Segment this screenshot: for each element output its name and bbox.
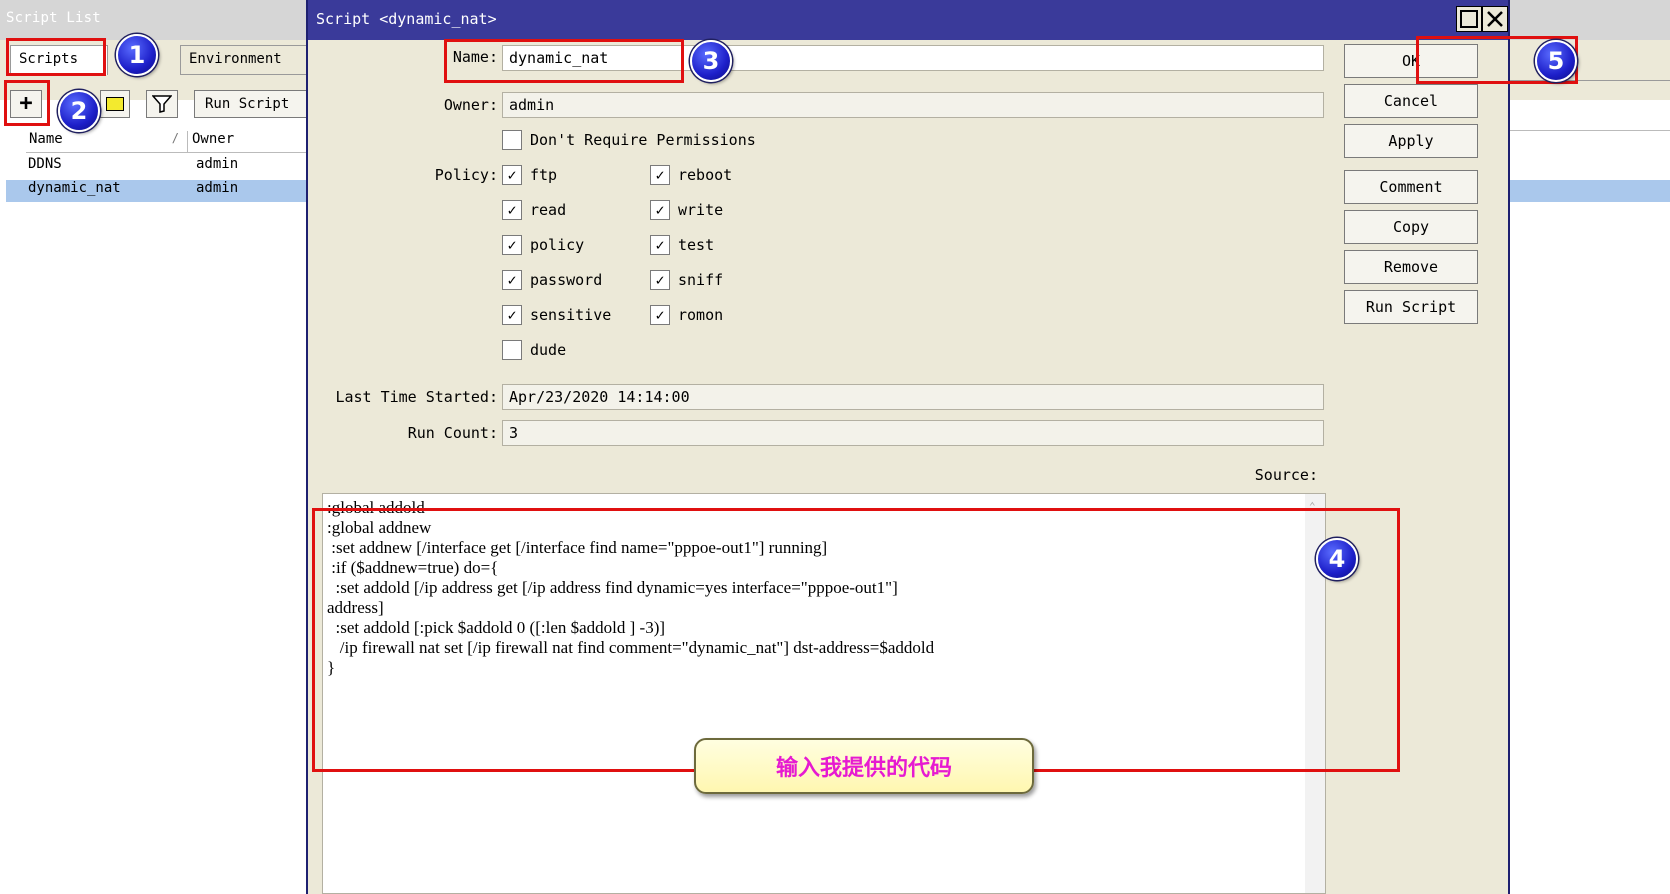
- maximize-button[interactable]: [1456, 6, 1482, 32]
- column-header-name[interactable]: Name /: [26, 131, 188, 152]
- check-icon: ✓: [502, 270, 522, 290]
- step-badge-4: 4: [1316, 538, 1358, 580]
- highlight-add-button: [4, 80, 50, 126]
- checkbox-empty: [502, 130, 522, 150]
- source-label: Source:: [1254, 466, 1318, 484]
- highlight-source-area: [312, 508, 1400, 772]
- note-icon: [106, 97, 124, 111]
- last-time-started-label: Last Time Started:: [335, 388, 498, 406]
- policy-password-checkbox[interactable]: ✓ password: [502, 268, 602, 292]
- policy-dude-checkbox[interactable]: dude: [502, 338, 566, 362]
- step-badge-2: 2: [58, 90, 100, 132]
- check-icon: ✓: [502, 165, 522, 185]
- check-icon: ✓: [650, 165, 670, 185]
- checkbox-label: sensitive: [530, 306, 612, 324]
- policy-write-checkbox[interactable]: ✓ write: [650, 198, 723, 222]
- check-icon: ✓: [650, 235, 670, 255]
- checkbox-label: password: [530, 271, 603, 289]
- highlight-name-field: [444, 39, 684, 83]
- list-header: Name / Owner: [26, 131, 316, 153]
- tab-environment[interactable]: Environment: [180, 45, 310, 75]
- checkbox-label: write: [678, 201, 724, 219]
- checkbox-label: romon: [678, 306, 724, 324]
- dialog-title-text: Script <dynamic_nat>: [316, 10, 497, 28]
- row-owner: admin: [196, 156, 239, 172]
- check-icon: ✓: [650, 305, 670, 325]
- maximize-icon: [1460, 10, 1478, 28]
- owner-input[interactable]: admin: [502, 92, 1324, 118]
- run-script-button[interactable]: Run Script: [1344, 290, 1478, 324]
- column-name-label: Name: [29, 131, 63, 147]
- row-owner: admin: [196, 180, 239, 196]
- check-icon: ✓: [502, 235, 522, 255]
- step-badge-3: 3: [690, 40, 732, 82]
- checkbox-label: reboot: [678, 166, 733, 184]
- filter-icon: [152, 95, 172, 113]
- check-icon: ✓: [502, 305, 522, 325]
- policy-romon-checkbox[interactable]: ✓ romon: [650, 303, 723, 327]
- checkbox-label: sniff: [678, 271, 724, 289]
- comment-tool-button[interactable]: [100, 90, 130, 118]
- selection-row-extension: [1510, 180, 1670, 202]
- close-button[interactable]: [1482, 6, 1508, 32]
- filter-button[interactable]: [146, 90, 178, 118]
- dialog-title: Script <dynamic_nat>: [308, 0, 1508, 40]
- step-badge-1: 1: [116, 34, 158, 76]
- table-row-selected[interactable]: dynamic_nat admin: [6, 180, 310, 202]
- check-icon: ✓: [650, 200, 670, 220]
- column-header-owner[interactable]: Owner: [188, 131, 234, 152]
- table-row[interactable]: DDNS admin: [6, 156, 310, 178]
- highlight-scripts-tab: [6, 38, 106, 76]
- check-icon: ✓: [650, 270, 670, 290]
- row-name: dynamic_nat: [28, 180, 121, 196]
- run-count-field: 3: [502, 420, 1324, 446]
- instruction-callout: 输入我提供的代码: [694, 738, 1034, 794]
- copy-button[interactable]: Copy: [1344, 210, 1478, 244]
- remove-button[interactable]: Remove: [1344, 250, 1478, 284]
- checkbox-label: policy: [530, 236, 585, 254]
- checkbox-label: dude: [530, 341, 567, 359]
- dont-require-permissions-checkbox[interactable]: Don't Require Permissions: [502, 128, 756, 152]
- owner-label: Owner:: [443, 96, 498, 114]
- checkbox-label: read: [530, 201, 567, 219]
- policy-read-checkbox[interactable]: ✓ read: [502, 198, 566, 222]
- comment-button[interactable]: Comment: [1344, 170, 1478, 204]
- cancel-button[interactable]: Cancel: [1344, 84, 1478, 118]
- run-count-label: Run Count:: [407, 424, 498, 442]
- row-name: DDNS: [28, 156, 62, 172]
- policy-sensitive-checkbox[interactable]: ✓ sensitive: [502, 303, 611, 327]
- checkbox-label: ftp: [530, 166, 558, 184]
- run-script-tool-button[interactable]: Run Script: [194, 90, 314, 118]
- checkbox-label: Don't Require Permissions: [530, 131, 756, 149]
- policy-reboot-checkbox[interactable]: ✓ reboot: [650, 163, 732, 187]
- checkbox-empty: [502, 340, 522, 360]
- policy-policy-checkbox[interactable]: ✓ policy: [502, 233, 584, 257]
- check-icon: ✓: [502, 200, 522, 220]
- divider: [1510, 130, 1670, 131]
- sort-icon: /: [171, 131, 179, 145]
- apply-button[interactable]: Apply: [1344, 124, 1478, 158]
- last-time-started-field: Apr/23/2020 14:14:00: [502, 384, 1324, 410]
- policy-sniff-checkbox[interactable]: ✓ sniff: [650, 268, 723, 292]
- policy-test-checkbox[interactable]: ✓ test: [650, 233, 714, 257]
- policy-ftp-checkbox[interactable]: ✓ ftp: [502, 163, 557, 187]
- checkbox-label: test: [678, 236, 715, 254]
- close-icon: [1487, 11, 1503, 27]
- policy-label: Policy:: [434, 166, 498, 184]
- step-badge-5: 5: [1535, 40, 1577, 82]
